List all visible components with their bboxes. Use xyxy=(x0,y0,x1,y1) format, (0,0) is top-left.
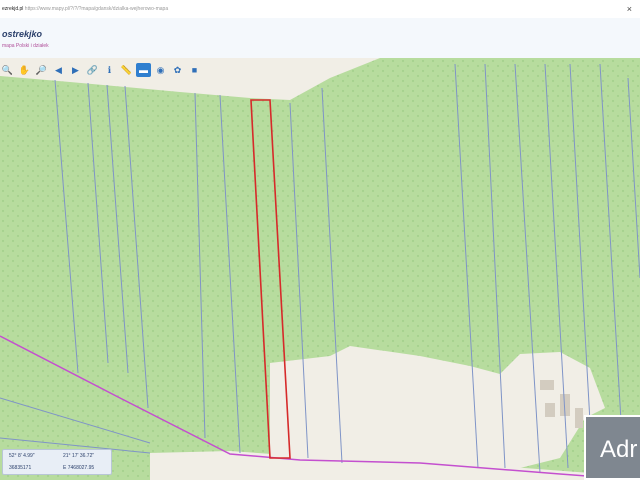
camera-icon[interactable]: ■ xyxy=(187,63,202,77)
close-icon[interactable]: × xyxy=(627,0,632,18)
coord-x: 36835171 xyxy=(9,465,32,471)
building xyxy=(575,408,583,428)
map-canvas[interactable] xyxy=(0,58,640,481)
pan-hand-icon[interactable]: ✋ xyxy=(17,63,32,77)
globe-icon[interactable]: ◉ xyxy=(153,63,168,77)
back-arrow-icon[interactable]: ◀ xyxy=(51,63,66,77)
coord-lat: 52° 8' 4.99" xyxy=(9,453,35,459)
forward-arrow-icon[interactable]: ▶ xyxy=(68,63,83,77)
layers-icon[interactable]: ▬ xyxy=(136,63,151,77)
coordinate-readout: 52° 8' 4.99" 21° 17' 36.72" 36835171 E 7… xyxy=(2,449,112,475)
measure-icon[interactable]: 📏 xyxy=(119,63,134,77)
building xyxy=(545,403,555,417)
site-logo-title[interactable]: ostrekjko xyxy=(2,29,42,39)
zoom-in-icon[interactable]: 🔍 xyxy=(0,63,15,77)
site-subtitle: mapa Polski i działek xyxy=(2,43,49,49)
browser-address-bar[interactable]: ezrekjd.pl https://www.mapy.pl/?/?/?mapa… xyxy=(0,0,640,19)
coord-lon: 21° 17' 36.72" xyxy=(63,453,95,459)
building xyxy=(540,380,554,390)
link-icon[interactable]: 🔗 xyxy=(85,63,100,77)
advertisement-banner[interactable]: Adr xyxy=(584,415,640,480)
url-path: https://www.mapy.pl/?/?/?mapa/gdansk/dzi… xyxy=(23,6,169,12)
info-icon[interactable]: ℹ xyxy=(102,63,117,77)
settings-icon[interactable]: ✿ xyxy=(170,63,185,77)
site-header xyxy=(0,18,640,59)
coord-y: E 7468027.95 xyxy=(63,465,95,471)
map-toolbar: 🔍 ✋ 🔎 ◀ ▶ 🔗 ℹ 📏 ▬ ◉ ✿ ■ xyxy=(0,62,204,78)
zoom-out-icon[interactable]: 🔎 xyxy=(34,63,49,77)
url-host: ezrekjd.pl xyxy=(2,6,24,12)
